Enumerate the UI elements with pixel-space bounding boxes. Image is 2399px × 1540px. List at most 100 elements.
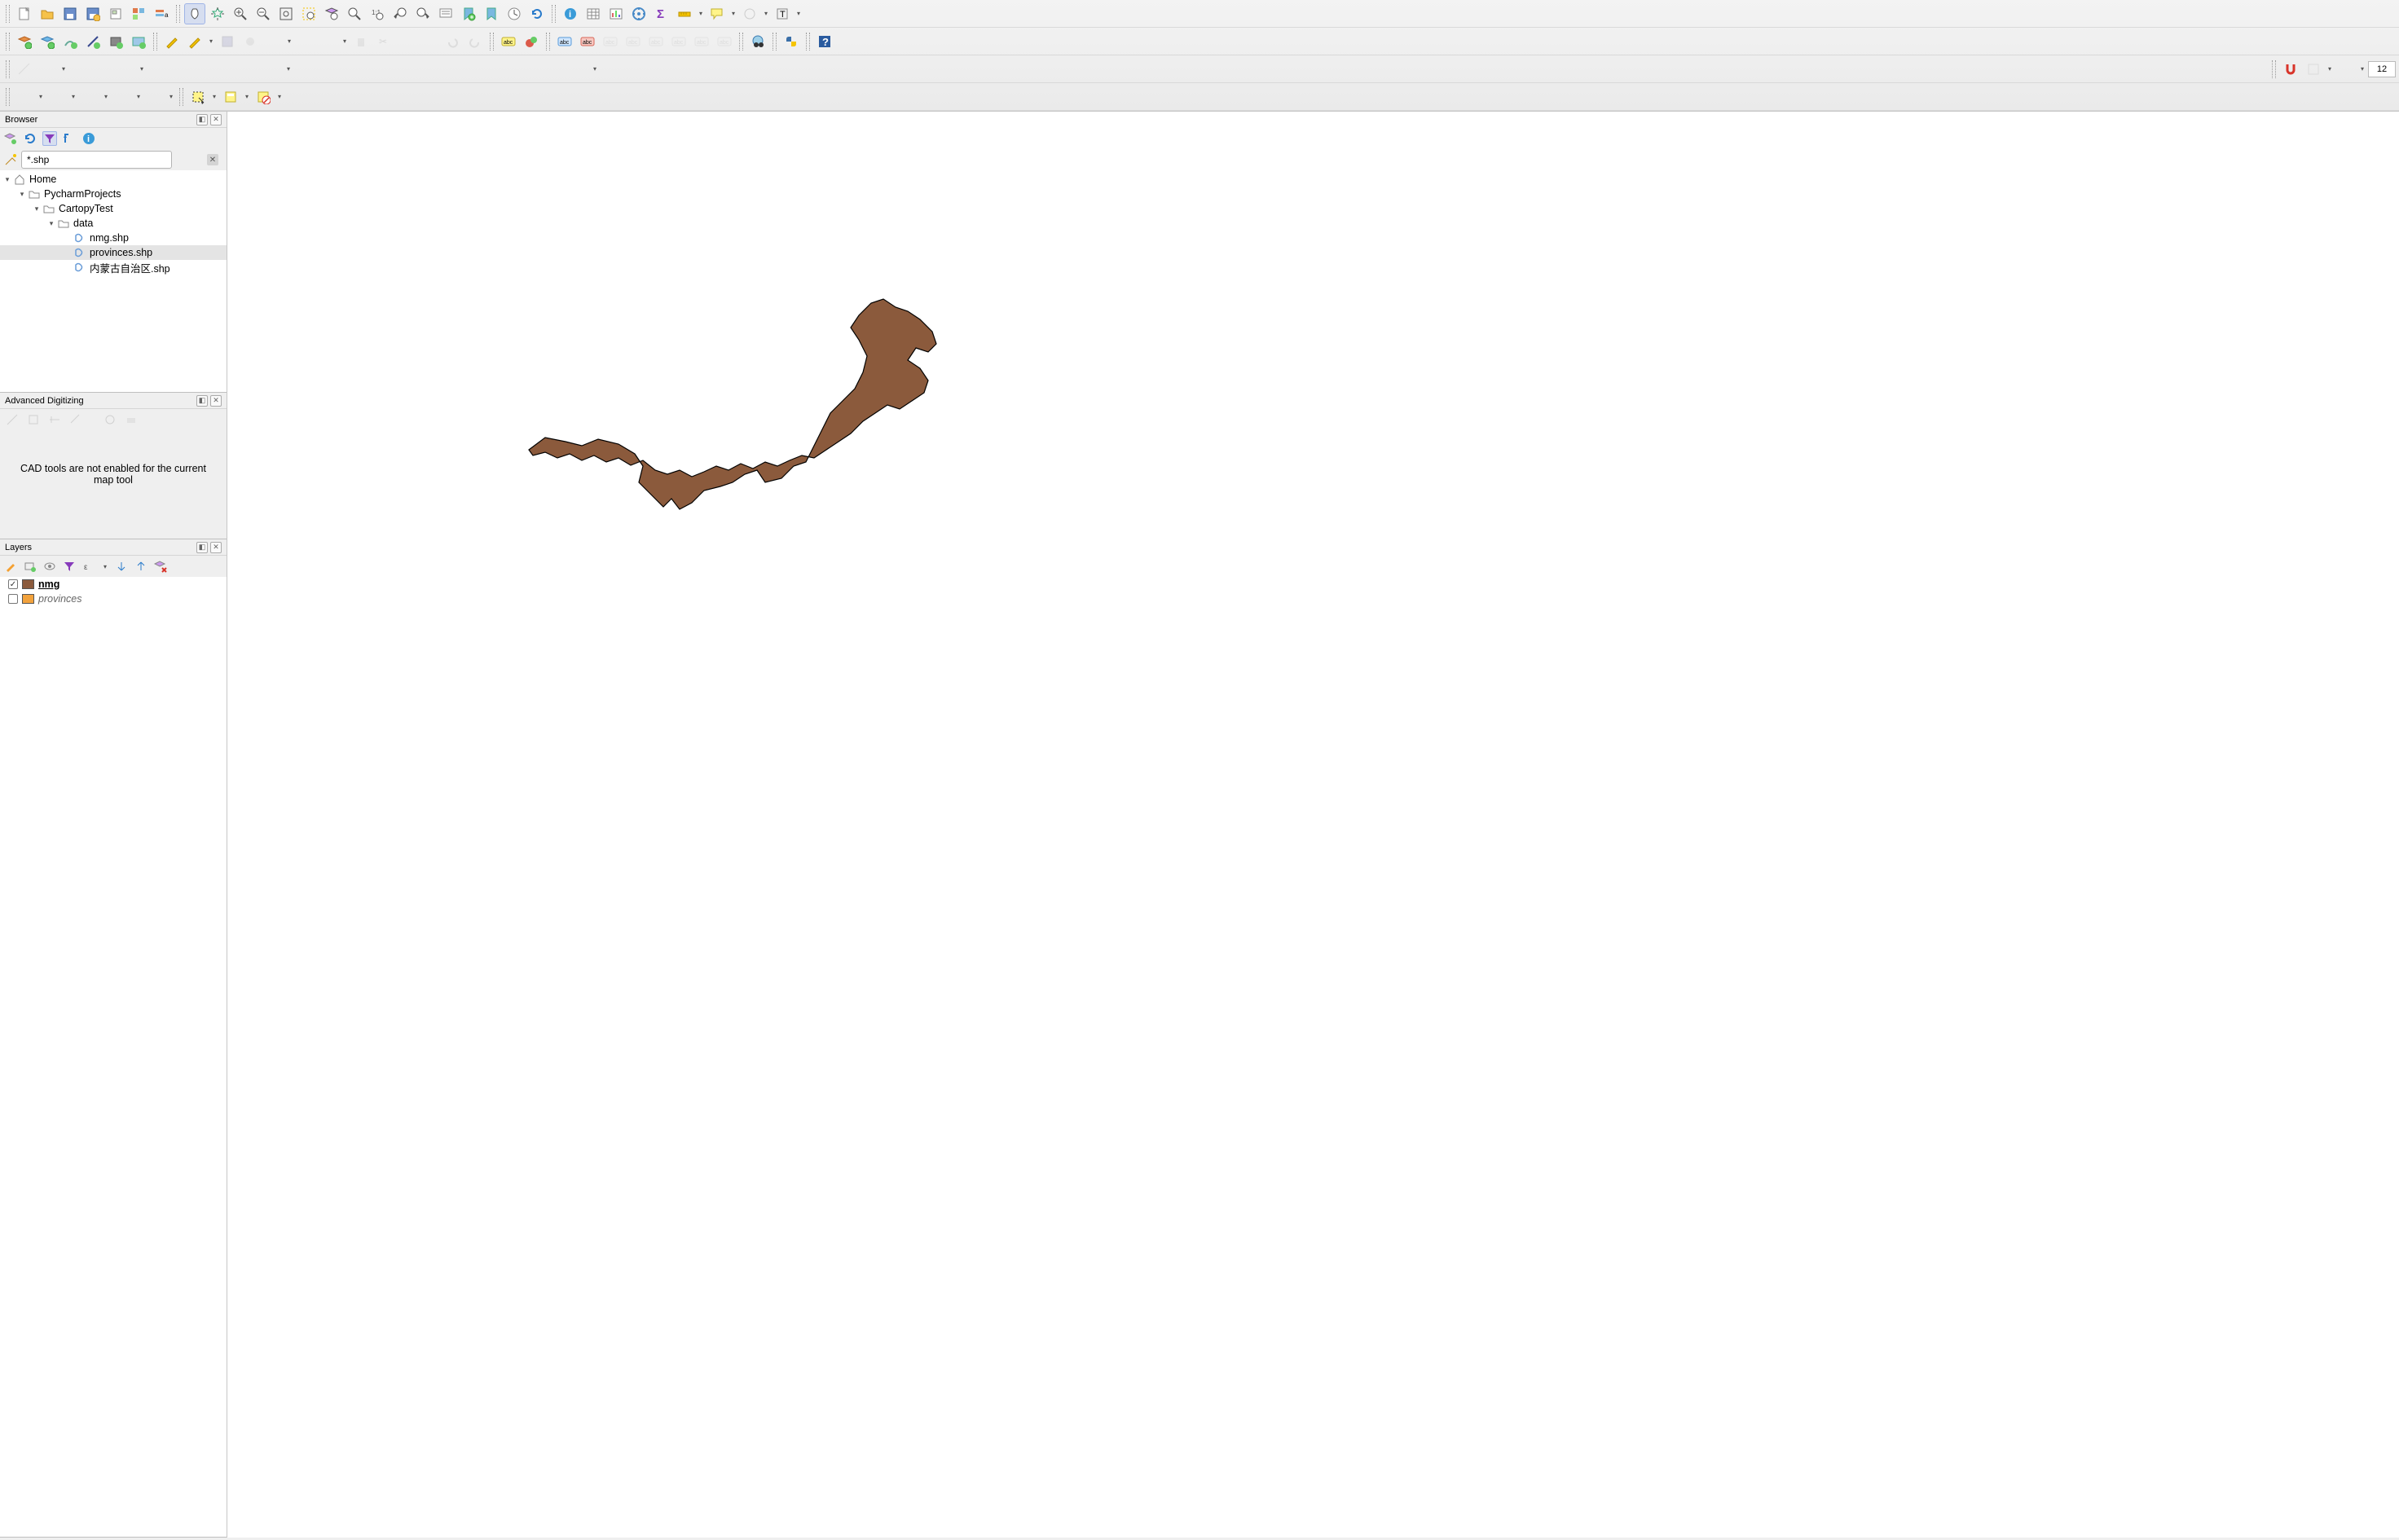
dropdown-arrow-icon[interactable]: ▾ [275,93,284,100]
close-icon[interactable]: ✕ [210,542,222,553]
zoom-layer-button[interactable] [321,3,342,24]
dropdown-arrow-icon[interactable]: ▾ [762,10,770,17]
browser-tree-item[interactable]: ▾Home [0,172,227,187]
open-project-button[interactable] [37,3,58,24]
zoom-full-button[interactable] [275,3,297,24]
add-group-icon[interactable] [23,559,37,574]
toolbar-handle[interactable] [806,33,810,51]
tree-twisty-icon[interactable]: ▾ [2,175,13,184]
dropdown-arrow-icon[interactable]: ▾ [729,10,737,17]
toolbar-handle[interactable] [773,33,777,51]
refresh-icon[interactable] [23,131,37,146]
dropdown-arrow-icon[interactable]: ▾ [697,10,705,17]
dropdown-arrow-icon[interactable]: ▾ [210,93,218,100]
expression-filter-icon[interactable]: ε [81,559,96,574]
browser-tree[interactable]: ▾Home▾PycharmProjects▾CartopyTest▾datanm… [0,170,227,392]
dropdown-arrow-icon[interactable]: ▾ [795,10,803,17]
tree-twisty-icon[interactable]: ▾ [46,219,57,228]
expand-all-icon[interactable] [114,559,129,574]
toolbar-handle[interactable] [6,5,10,23]
zoom-selection-button[interactable] [298,3,319,24]
deselect-all-button[interactable] [253,86,274,108]
browser-tree-item[interactable]: ▾data [0,216,227,231]
toolbar-handle[interactable] [546,33,550,51]
remove-layer-icon[interactable] [153,559,168,574]
statistics-button[interactable] [605,3,627,24]
identify-button[interactable]: i [560,3,581,24]
toolbar-handle[interactable] [739,33,743,51]
layer-style-icon[interactable] [3,559,18,574]
map-canvas[interactable] [227,112,2399,1538]
new-vector-layer-button[interactable] [14,31,35,52]
clear-filter-icon[interactable]: ✕ [207,154,218,165]
save-project-button[interactable] [59,3,81,24]
toolbar-handle[interactable] [6,33,10,51]
attribute-table-button[interactable] [583,3,604,24]
browser-panel-header[interactable]: Browser ◧ ✕ [0,112,227,128]
dropdown-arrow-icon[interactable]: ▾ [207,37,215,45]
dropdown-arrow-icon[interactable]: ▾ [243,93,251,100]
add-layer-icon[interactable] [3,131,18,146]
toolbar-handle[interactable] [490,33,494,51]
toolbar-handle[interactable] [153,33,157,51]
python-console-button[interactable] [781,31,802,52]
detach-icon[interactable]: ◧ [196,542,208,553]
toolbox-button[interactable] [628,3,649,24]
tree-twisty-icon[interactable]: ▾ [16,190,28,199]
toolbar-handle[interactable] [179,88,183,106]
toolbar-handle[interactable] [176,5,180,23]
select-attr-button[interactable] [220,86,241,108]
collapse-all-layers-icon[interactable] [134,559,148,574]
dropdown-arrow-icon[interactable]: ▾ [2326,65,2334,73]
toggle-editing-button[interactable] [161,31,183,52]
digitizing-panel-header[interactable]: Advanced Digitizing ◧ ✕ [0,393,227,409]
browser-filter-input[interactable] [21,151,172,169]
dropdown-arrow-icon[interactable]: ▾ [101,563,109,570]
toolbar-handle[interactable] [6,60,10,78]
label-tool-2-button[interactable]: abc [577,31,598,52]
text-annotation-button[interactable]: T [772,3,793,24]
browser-tree-item[interactable]: ▾PycharmProjects [0,187,227,201]
save-as-button[interactable] [82,3,103,24]
detach-icon[interactable]: ◧ [196,114,208,125]
toolbar-handle[interactable] [6,88,10,106]
new-bookmark-button[interactable] [458,3,479,24]
new-project-button[interactable] [14,3,35,24]
temporal-button[interactable] [504,3,525,24]
new-spatialite-button[interactable] [105,31,126,52]
diagram-button[interactable] [521,31,542,52]
snap-mode-button[interactable] [2303,59,2324,80]
zoom-out-button[interactable] [253,3,274,24]
browser-tree-item[interactable]: provinces.shp [0,245,227,260]
map-annotation-button[interactable] [706,3,728,24]
deselect-button[interactable] [739,3,760,24]
properties-icon[interactable]: i [81,131,96,146]
filter-type-icon[interactable] [3,152,18,167]
layers-list[interactable]: ✓nmgprovinces [0,577,227,1537]
measure-button[interactable] [674,3,695,24]
layer-item[interactable]: ✓nmg [0,577,227,592]
zoom-last-button[interactable]: 1:1 [367,3,388,24]
toolbar-handle[interactable] [552,5,556,23]
refresh-button[interactable] [526,3,548,24]
detach-icon[interactable]: ◧ [196,395,208,407]
new-raster-layer-button[interactable] [37,31,58,52]
layer-style-button[interactable]: a [151,3,172,24]
zoom-in-button[interactable] [230,3,251,24]
toolbar-handle[interactable] [2272,60,2276,78]
new-virtual-layer-button[interactable] [128,31,149,52]
zoom-next-button[interactable] [412,3,434,24]
help-button[interactable]: ? [814,31,835,52]
close-icon[interactable]: ✕ [210,114,222,125]
snap-type-button[interactable] [2335,59,2357,80]
dropdown-arrow-icon[interactable]: ▾ [2358,65,2366,73]
tree-twisty-icon[interactable]: ▾ [31,205,42,213]
snapping-button[interactable] [2280,59,2301,80]
browser-tree-item[interactable]: ▾CartopyTest [0,201,227,216]
snap-tolerance-input[interactable] [2368,61,2396,77]
collapse-all-icon[interactable] [62,131,77,146]
manage-visibility-icon[interactable] [42,559,57,574]
browser-tree-item[interactable]: nmg.shp [0,231,227,245]
print-layout-button[interactable] [105,3,126,24]
zoom-back-button[interactable] [390,3,411,24]
